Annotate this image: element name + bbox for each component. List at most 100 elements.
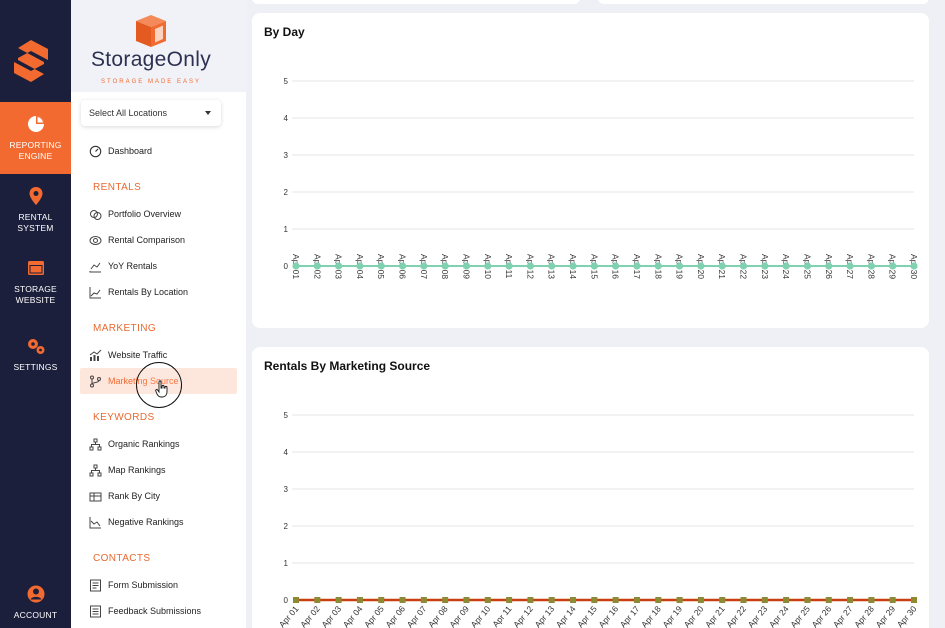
menu-item-yoy-rentals[interactable]: YoY Rentals	[80, 253, 237, 279]
location-select[interactable]: Select All Locations	[81, 100, 221, 126]
menu-item-label: Rental Comparison	[108, 235, 186, 245]
menu-item-rank-by-city[interactable]: Rank By City	[80, 483, 237, 509]
city-icon	[89, 492, 102, 501]
x-tick-label: Apr 06	[383, 604, 407, 628]
storage-cube-logo-icon[interactable]	[135, 14, 167, 48]
section-heading-keywords: KEYWORDS	[93, 412, 155, 423]
x-tick-label: Apr 29	[873, 604, 897, 628]
data-point	[292, 262, 300, 270]
data-point	[612, 262, 620, 270]
data-point	[399, 597, 406, 603]
x-tick-label: Apr 14	[554, 604, 578, 628]
data-point	[398, 262, 407, 270]
data-point	[484, 597, 491, 603]
menu-item-label: Dashboard	[108, 146, 153, 156]
traffic-chart-icon	[89, 349, 102, 361]
menu-item-map-rankings[interactable]: Map Rankings	[80, 457, 237, 483]
y-tick-label: 0	[284, 262, 289, 271]
y-tick-label: 1	[284, 225, 289, 234]
rail-item-rental-system[interactable]: RENTAL SYSTEM	[0, 174, 71, 246]
data-point	[506, 597, 513, 603]
y-tick-label: 4	[284, 448, 289, 457]
data-point	[441, 262, 449, 270]
gears-icon	[27, 338, 44, 354]
rail-item-storage-website[interactable]: STORAGE WEBSITE	[0, 246, 71, 318]
x-tick-label: Apr 08	[426, 604, 450, 628]
rail-item-reporting-engine[interactable]: REPORTING ENGINE	[0, 102, 71, 174]
x-tick-label: Apr 11	[490, 604, 514, 628]
hierarchy-icon	[89, 438, 102, 450]
data-point	[293, 597, 299, 603]
y-tick-label: 3	[284, 151, 289, 160]
section-heading-contacts: CONTACTS	[93, 553, 151, 564]
data-point	[761, 597, 768, 603]
trend-chart-icon	[89, 516, 101, 528]
y-tick-label: 0	[284, 596, 289, 605]
menu-item-feedback-submissions[interactable]: Feedback Submissions	[80, 598, 237, 624]
location-select-value: Select All Locations	[89, 108, 168, 118]
data-point	[335, 597, 342, 603]
menu-item-dashboard[interactable]: Dashboard	[80, 138, 237, 164]
location-pin-icon	[29, 187, 42, 205]
rail-item-settings[interactable]: SETTINGS	[0, 318, 71, 390]
data-point	[846, 262, 854, 270]
hierarchy-icon	[89, 464, 102, 476]
menu-item-label: Map Rankings	[108, 465, 166, 475]
x-tick-label: Apr 10	[469, 604, 493, 628]
data-point	[911, 597, 917, 603]
x-tick-label: Apr 04	[341, 604, 365, 628]
data-point	[569, 262, 577, 270]
x-tick-label: Apr 24	[767, 604, 791, 628]
x-tick-label: Apr 22	[724, 604, 748, 628]
data-point	[420, 262, 428, 270]
data-point	[526, 262, 535, 270]
menu-item-label: Rank By City	[108, 491, 161, 501]
chart-card-marketing-source: Rentals By Marketing Source 0 1 2 3 4 5 Apr 01…	[252, 347, 929, 628]
menu-item-label: YoY Rentals	[108, 261, 158, 271]
menu-item-portfolio-overview[interactable]: Portfolio Overview	[80, 201, 237, 227]
x-tick-label: Apr 26	[810, 604, 834, 628]
data-point	[889, 597, 896, 603]
trend-up-icon	[89, 262, 101, 272]
menu-item-rental-comparison[interactable]: Rental Comparison	[80, 227, 237, 253]
x-tick-label: Apr 21	[703, 604, 727, 628]
data-point	[505, 262, 513, 270]
x-tick-label: Apr 07	[405, 604, 429, 628]
data-point	[313, 262, 321, 270]
data-point	[462, 262, 471, 270]
menu-item-label: Website Traffic	[108, 350, 168, 360]
browser-window-icon	[27, 261, 44, 275]
y-tick-label: 1	[284, 559, 289, 568]
data-point	[378, 597, 385, 603]
chart-card-by-day: By Day 012345Apr 01Apr 02Apr 03Apr 04Apr…	[252, 13, 929, 328]
data-point	[527, 597, 534, 603]
data-point	[570, 597, 577, 603]
form-icon	[90, 579, 101, 591]
menu-item-form-submission[interactable]: Form Submission	[80, 572, 237, 598]
app-logo-icon[interactable]	[14, 40, 48, 82]
menu-item-organic-rankings[interactable]: Organic Rankings	[80, 431, 237, 457]
data-point	[356, 262, 364, 270]
data-point	[783, 597, 790, 603]
data-point	[825, 597, 832, 603]
stat-card-partial	[598, 0, 929, 4]
menu-item-rentals-by-location[interactable]: Rentals By Location	[80, 279, 237, 305]
data-point	[740, 597, 747, 603]
x-tick-label: Apr 13	[532, 604, 556, 628]
menu-item-negative-rankings[interactable]: Negative Rankings	[80, 509, 237, 535]
data-point	[591, 597, 598, 603]
x-tick-label: Apr 16	[596, 604, 620, 628]
data-point	[825, 262, 833, 270]
data-point	[761, 262, 769, 270]
data-point	[697, 597, 704, 603]
data-point	[484, 262, 492, 270]
x-tick-label: Apr 19	[660, 604, 684, 628]
data-point	[675, 262, 684, 270]
data-point	[697, 262, 705, 270]
line-chart-icon	[89, 286, 101, 298]
data-point	[867, 262, 875, 270]
data-point	[889, 262, 897, 270]
pie-chart-icon	[27, 116, 44, 132]
data-point	[590, 262, 598, 270]
rail-item-account[interactable]: ACCOUNT	[0, 566, 71, 628]
